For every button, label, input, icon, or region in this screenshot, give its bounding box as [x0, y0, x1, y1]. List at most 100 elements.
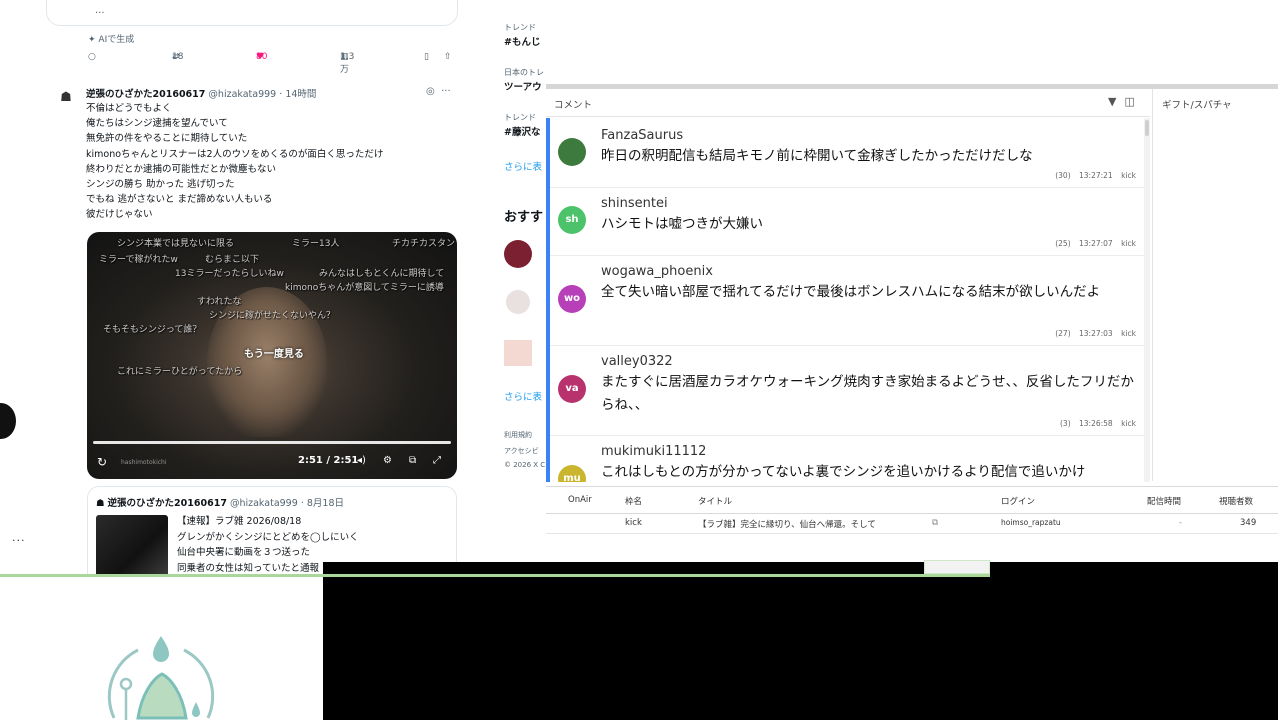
video-progress-bar[interactable]	[93, 441, 451, 444]
avatar: wo	[558, 285, 586, 313]
replay-overlay-button[interactable]: もう一度見る	[234, 345, 314, 365]
comment-item[interactable]: wo wogawa_phoenix 全て失い暗い部屋で揺れてるだけで最後はボンレ…	[550, 256, 1144, 346]
comment-scrollbar[interactable]	[1144, 118, 1150, 482]
column-header[interactable]: 配信時間	[1147, 495, 1181, 507]
avatar[interactable]	[506, 290, 530, 314]
danmaku-comment: そもそもシンジって誰？	[103, 325, 202, 335]
comment-meta: (30) 13:27:21 kick	[1055, 171, 1136, 180]
column-header[interactable]: 枠名	[625, 495, 642, 507]
comment-panel-header	[546, 89, 1150, 117]
avatar[interactable]	[504, 240, 532, 268]
video-controls: ↻ hashimotokichi 2:51 / 2:51 ◂) ⚙ ⧉ ⤢	[87, 452, 457, 474]
video-time: 2:51 / 2:51	[298, 455, 359, 466]
stream-title[interactable]: 【ラブ雑】完全に縁切り、仙台へ帰還。そして	[698, 518, 876, 530]
more-menu-ellipsis[interactable]: ...	[12, 531, 26, 544]
comment-meta: (25) 13:27:07 kick	[1055, 239, 1136, 248]
video-player[interactable]: シンジ本業では見ないに限る ミラー13人 チカチカスタン ミラーで稼がれたw む…	[87, 232, 457, 479]
comment-text: 昨日の釈明配信も結局キモノ前に枠開いて金稼ぎしたかっただけだしな	[601, 148, 1033, 164]
quoted-author-name: 逆張のひざかた20160617	[107, 498, 227, 509]
comment-meta: (27) 13:27:03 kick	[1055, 329, 1136, 338]
quoted-line: 仙台中央署に動画を３つ送った	[177, 547, 311, 558]
footer-link[interactable]: アクセシビ	[504, 446, 539, 456]
comment-username: valley0322	[601, 354, 673, 369]
window-tab[interactable]	[924, 560, 990, 574]
bookmark-icon[interactable]: ▯	[424, 52, 429, 62]
volume-icon[interactable]: ◂)	[357, 455, 366, 466]
comment-username: wogawa_phoenix	[601, 264, 713, 279]
comment-username: mukimuki11112	[601, 444, 707, 459]
danmaku-comment: 13ミラーだったらしいねw	[175, 269, 284, 279]
post-line: 彼だけじゃない	[86, 209, 153, 221]
avatar	[558, 138, 586, 166]
post-line: 俺たちはシンジ逮捕を望んでいて	[86, 118, 228, 130]
previous-post-card[interactable]	[46, 0, 458, 26]
footer-link[interactable]: 利用規約	[504, 430, 532, 440]
danmaku-comment: むらまこ以下	[205, 255, 260, 265]
danmaku-comment: ミラー13人	[292, 239, 340, 249]
column-header[interactable]: 視聴者数	[1219, 495, 1253, 507]
panel-divider[interactable]	[1152, 89, 1153, 481]
filter-icon[interactable]: ▼	[1108, 95, 1124, 108]
comment-item[interactable]: FanzaSaurus 昨日の釈明配信も結局キモノ前に枠開いて金稼ぎしたかっただ…	[550, 120, 1144, 188]
floating-action-button[interactable]	[0, 403, 16, 439]
danmaku-comment: シンジに稼がせたくないやん？	[209, 311, 336, 321]
post-time[interactable]: 14時間	[285, 89, 316, 100]
scrollbar-thumb[interactable]	[1145, 120, 1149, 136]
share-icon[interactable]: ⇧	[444, 52, 452, 62]
avatar[interactable]	[504, 340, 532, 366]
avatar: mu	[558, 465, 586, 482]
recommend-heading: おすす	[504, 210, 544, 225]
video-watermark: hashimotokichi	[121, 459, 167, 466]
quoted-author-handle: @hizakata999	[229, 498, 298, 509]
avatar: sh	[558, 206, 586, 234]
settings-icon[interactable]: ⚙	[383, 455, 392, 466]
reply-icon[interactable]: ○	[88, 52, 96, 62]
show-more-link[interactable]: さらに表	[504, 159, 542, 173]
show-more-link[interactable]: さらに表	[504, 389, 542, 403]
quoted-line: グレンがかくシンジにとどめを◯しにいく	[177, 531, 359, 543]
comment-meta: (3) 13:26:58 kick	[1060, 419, 1136, 428]
replay-icon[interactable]: ↻	[97, 455, 107, 469]
author-name[interactable]: 逆張のひざかた20160617	[86, 89, 205, 100]
avatar[interactable]: ☗	[54, 88, 78, 108]
comment-text: またすぐに居酒屋カラオケウォーキング焼肉すき家始まるよどうせ、、反省したフリだか…	[601, 374, 1134, 413]
comment-item[interactable]: sh shinsentei ハシモトは嘘つきが大嫌い (25) 13:27:07…	[550, 188, 1144, 256]
trend-tag[interactable]: ツーアウ	[504, 79, 542, 93]
ai-generated-note: ✦ AIで生成	[88, 35, 135, 45]
trend-tag[interactable]: #藤沢な	[504, 124, 540, 138]
stream-login: hoimso_rapzatu	[1001, 518, 1061, 527]
danmaku-comment: kimonoちゃんが意図してミラーに誘導	[285, 283, 444, 293]
stream-viewers: 349	[1240, 518, 1257, 528]
author-handle[interactable]: @hizakata999	[208, 89, 276, 100]
copy-icon[interactable]: ⧉	[932, 518, 938, 528]
columns-icon[interactable]: ◫	[1124, 95, 1142, 108]
danmaku-comment: シンジ本業では見ないに限る	[117, 239, 235, 249]
trend-label: トレンド	[504, 23, 536, 32]
post-options: ◎ ···	[426, 86, 451, 97]
column-header[interactable]: タイトル	[698, 495, 732, 507]
stream-table-header: OnAir 枠名 タイトル ログイン 配信時間 視聴者数	[546, 486, 1278, 514]
danmaku-comment: すわれたな	[197, 297, 242, 307]
trend-label: トレンド	[504, 113, 536, 122]
stream-platform: kick	[625, 518, 642, 528]
trend-tag[interactable]: #もんじ	[504, 34, 540, 48]
quoted-post-header: ☗ 逆張のひざかた20160617 @hizakata999 · 8月18日	[96, 498, 344, 509]
post-text: 不倫はどうでもよく 俺たちはシンジ逮捕を望んでいて 無免許の件をやることに期待し…	[86, 101, 446, 223]
column-header[interactable]: OnAir	[568, 495, 592, 505]
danmaku-comment: これにミラーひとがってたから	[117, 367, 243, 377]
post-line: kimonoちゃんとリスナーは2人のウソをめくるのが面白く思っただけ	[86, 148, 384, 160]
comment-item[interactable]: mu mukimuki11112 これはしもとの方が分かってないよ裏でシンジを追…	[550, 436, 1144, 482]
leaf-mascot-logo	[107, 636, 215, 720]
column-header[interactable]: ログイン	[1001, 495, 1035, 507]
post-line: 不倫はどうでもよく	[86, 103, 172, 114]
more-icon[interactable]: ···	[441, 86, 451, 97]
pip-icon[interactable]: ⧉	[409, 455, 416, 466]
grok-icon[interactable]: ◎	[426, 86, 435, 97]
post-action-row: ○ ⇄ 18 ♥ 80 ▥ 1.3万 ▯ ⇧	[88, 52, 452, 75]
post-line: 終わりだとか逮捕の可能性だとか微塵もない	[86, 163, 277, 175]
comment-item[interactable]: va valley0322 またすぐに居酒屋カラオケウォーキング焼肉すき家始まる…	[550, 346, 1144, 436]
fullscreen-icon[interactable]: ⤢	[433, 455, 441, 466]
quoted-post-thumbnail	[96, 515, 168, 577]
table-row[interactable]: kick 【ラブ雑】完全に縁切り、仙台へ帰還。そして ⧉ hoimso_rapz…	[546, 514, 1278, 534]
avatar: va	[558, 375, 586, 403]
